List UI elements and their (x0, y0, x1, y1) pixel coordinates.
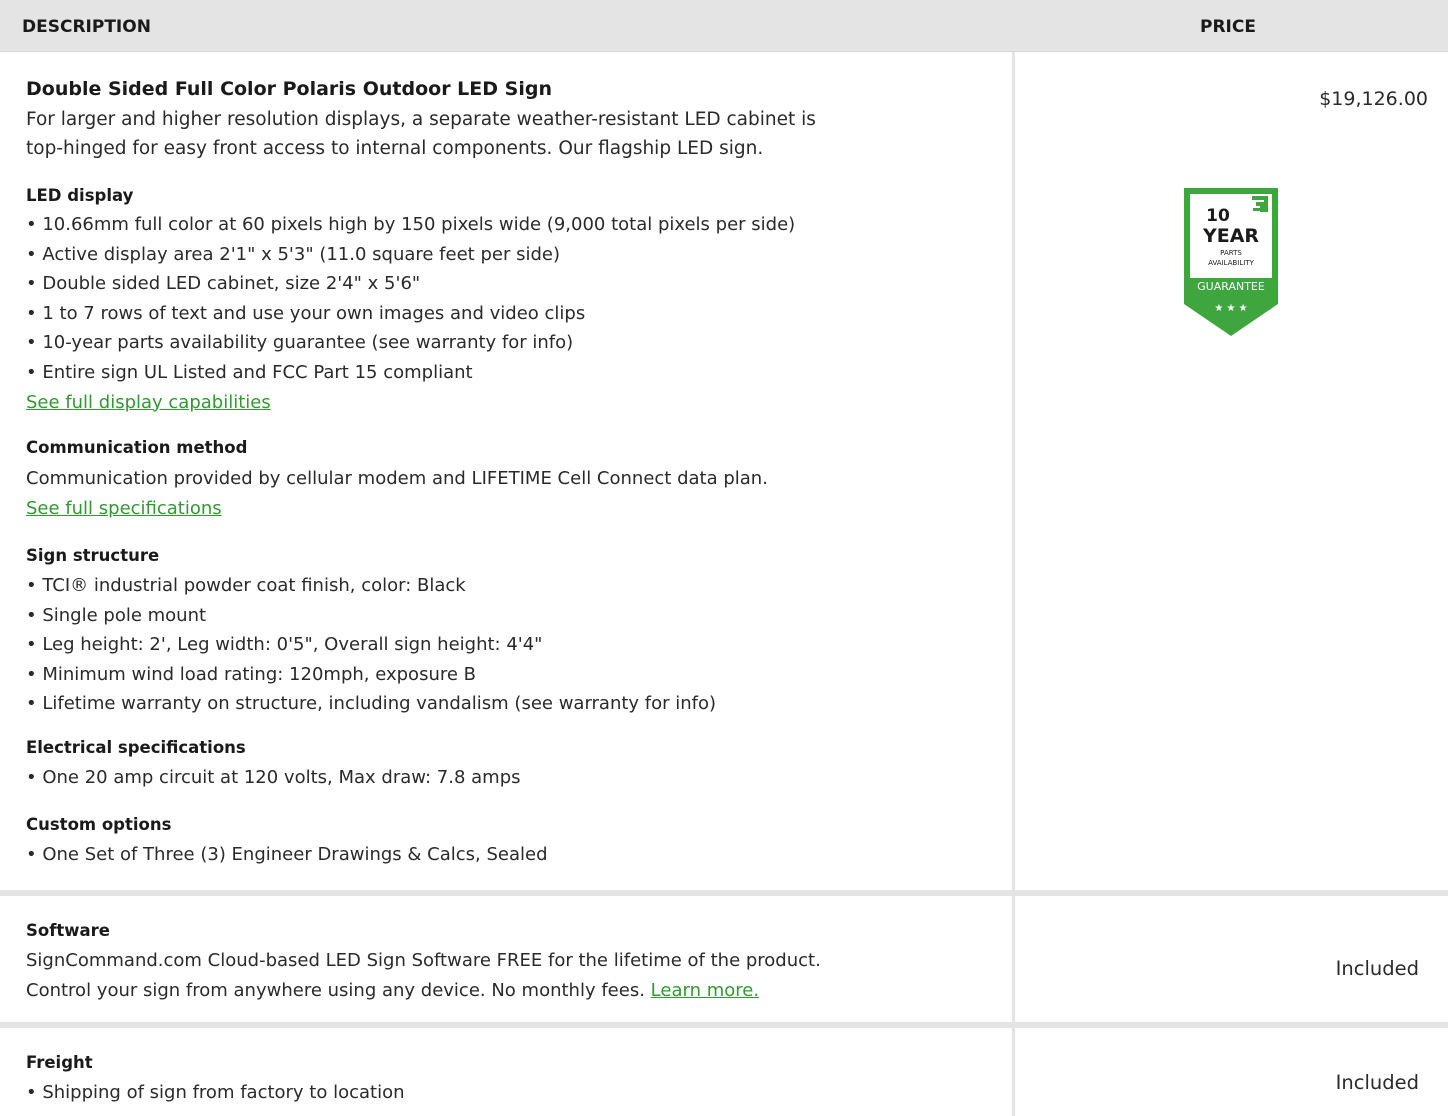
list-item: • Minimum wind load rating: 120mph, expo… (26, 663, 477, 685)
product-price: $19,126.00 (1319, 88, 1428, 110)
product-title: Double Sided Full Color Polaris Outdoor … (26, 78, 552, 100)
badge-ribbon: GUARANTEE (1197, 280, 1265, 293)
custom-options-title: Custom options (26, 815, 172, 834)
product-description: For larger and higher resolution display… (26, 105, 986, 163)
software-price: Included (1335, 957, 1419, 980)
list-item: • One 20 amp circuit at 120 volts, Max d… (26, 767, 521, 788)
guarantee-badge-icon: 10 YEAR PARTS AVAILABILITY GUARANTEE ★ ★… (1184, 188, 1278, 336)
software-description-cell: Software SignCommand.com Cloud-based LED… (0, 896, 1015, 1022)
price-column-header: PRICE (1200, 17, 1256, 37)
sign-structure-list: • TCI® industrial powder coat finish, co… (26, 571, 1006, 719)
freight-price-cell: Included (1018, 1028, 1448, 1116)
product-description-cell: Double Sided Full Color Polaris Outdoor … (0, 52, 1015, 890)
software-title: Software (26, 921, 110, 940)
see-full-display-capabilities-link[interactable]: See full display capabilities (26, 392, 271, 413)
list-item: • One Set of Three (3) Engineer Drawings… (26, 844, 548, 865)
communication-text: Communication provided by cellular modem… (26, 468, 768, 489)
communication-text-block: Communication provided by cellular modem… (26, 464, 1006, 523)
badge-stars: ★ ★ ★ (1214, 303, 1247, 314)
list-item: • Single pole mount (26, 604, 207, 626)
product-row: Double Sided Full Color Polaris Outdoor … (0, 52, 1448, 890)
description-column-header: DESCRIPTION (22, 17, 151, 37)
list-item: • 10.66mm full color at 60 pixels high b… (26, 214, 796, 235)
product-description-line: top-hinged for easy front access to inte… (26, 138, 764, 159)
communication-title: Communication method (26, 438, 248, 457)
list-item: • Entire sign UL Listed and FCC Part 15 … (26, 361, 473, 383)
software-text-block: SignCommand.com Cloud-based LED Sign Sof… (26, 946, 1006, 1005)
electrical-title: Electrical specifications (26, 738, 246, 757)
list-item: • TCI® industrial powder coat finish, co… (26, 575, 466, 596)
software-row: Software SignCommand.com Cloud-based LED… (0, 896, 1448, 1022)
freight-title: Freight (26, 1053, 93, 1072)
sign-structure-title: Sign structure (26, 546, 160, 565)
list-item: • Leg height: 2', Leg width: 0'5", Overa… (26, 634, 543, 656)
product-price-cell: $19,126.00 10 YEAR PARTS AVAILABILITY GU… (1018, 52, 1448, 890)
badge-word: YEAR (1202, 225, 1259, 247)
learn-more-link[interactable]: Learn more. (651, 980, 759, 1001)
led-display-title: LED display (26, 186, 134, 205)
list-item: • Shipping of sign from factory to locat… (26, 1082, 405, 1103)
software-price-cell: Included (1018, 896, 1448, 1022)
list-item: • 10-year parts availability guarantee (… (26, 332, 574, 354)
list-item: • Active display area 2'1" x 5'3" (11.0 … (26, 243, 560, 265)
badge-line2: AVAILABILITY (1208, 259, 1254, 267)
badge-line1: PARTS (1220, 249, 1242, 257)
software-line: Control your sign from anywhere using an… (26, 979, 645, 1001)
list-item: • Lifetime warranty on structure, includ… (26, 693, 717, 715)
freight-list: • Shipping of sign from factory to locat… (26, 1078, 1006, 1108)
see-full-specifications-link[interactable]: See full specifications (26, 498, 222, 519)
list-item: • 1 to 7 rows of text and use your own i… (26, 302, 586, 324)
product-description-line: For larger and higher resolution display… (26, 109, 816, 130)
custom-options-list: • One Set of Three (3) Engineer Drawings… (26, 840, 1006, 870)
freight-price: Included (1335, 1071, 1419, 1094)
led-display-list: • 10.66mm full color at 60 pixels high b… (26, 210, 1006, 417)
badge-number: 10 (1206, 206, 1230, 226)
table-header: DESCRIPTION PRICE (0, 0, 1448, 52)
electrical-list: • One 20 amp circuit at 120 volts, Max d… (26, 763, 1006, 793)
list-item: • Double sided LED cabinet, size 2'4" x … (26, 273, 421, 295)
freight-row: Freight • Shipping of sign from factory … (0, 1028, 1448, 1116)
freight-description-cell: Freight • Shipping of sign from factory … (0, 1028, 1015, 1116)
software-line: SignCommand.com Cloud-based LED Sign Sof… (26, 950, 821, 971)
